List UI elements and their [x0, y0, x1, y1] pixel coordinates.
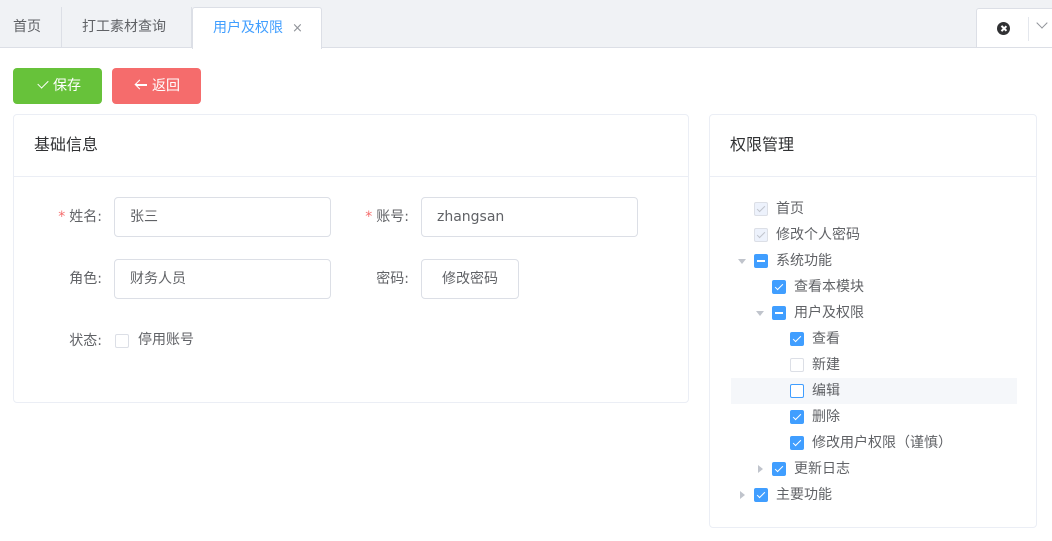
permission-card: 权限管理 首页 修改个人密码 系统功能 查看本模块 用户及权限 查看 新建 编辑… [709, 114, 1037, 528]
tab-home[interactable]: 首页 [0, 7, 62, 48]
arrow-left-icon [135, 79, 147, 91]
tree-node-label: 修改用户权限（谨慎） [812, 435, 952, 451]
tab-bar: 首页 打工素材查询 用户及权限 × [0, 0, 1052, 49]
tab-users-permissions[interactable]: 用户及权限 × [192, 7, 322, 49]
tree-node-view-module[interactable]: 查看本模块 [731, 274, 1017, 300]
caret-down-icon[interactable] [756, 311, 764, 316]
caret-right-icon[interactable] [740, 491, 745, 499]
tree-node-label: 编辑 [812, 383, 840, 399]
disable-account-checkbox[interactable] [115, 334, 129, 348]
tree-node-users-permissions[interactable]: 用户及权限 [731, 300, 1017, 326]
tree-node-label: 查看本模块 [794, 279, 864, 295]
save-button-label: 保存 [53, 78, 81, 94]
tree-node-label: 新建 [812, 357, 840, 373]
tree-checkbox[interactable] [754, 254, 768, 268]
required-mark: * [58, 209, 66, 225]
tab-tools [976, 8, 1052, 48]
tree-checkbox[interactable] [772, 462, 786, 476]
required-mark: * [365, 209, 373, 225]
back-button[interactable]: 返回 [112, 68, 201, 104]
change-password-button[interactable]: 修改密码 [421, 259, 519, 299]
disable-account-label: 停用账号 [138, 332, 194, 348]
tree-node-changelog[interactable]: 更新日志 [731, 456, 1017, 482]
tree-node-delete[interactable]: 删除 [731, 404, 1017, 430]
tree-node-label: 更新日志 [794, 461, 850, 477]
tree-node-create[interactable]: 新建 [731, 352, 1017, 378]
tab-label: 打工素材查询 [82, 19, 166, 35]
role-field[interactable]: 财务人员 [114, 259, 331, 299]
close-icon[interactable]: × [292, 8, 303, 49]
tree-node-main[interactable]: 主要功能 [731, 482, 1017, 508]
tab-material-query[interactable]: 打工素材查询 [62, 7, 192, 48]
tree-checkbox[interactable] [790, 358, 804, 372]
tree-node-label: 主要功能 [776, 487, 832, 503]
tab-label: 用户及权限 [213, 20, 283, 36]
save-button[interactable]: 保存 [13, 68, 102, 104]
basic-info-title: 基础信息 [14, 115, 688, 177]
name-label: * 姓名: [52, 197, 102, 237]
tree-node-edit[interactable]: 编辑 [731, 378, 1017, 404]
tree-checkbox[interactable] [772, 306, 786, 320]
role-label: 角色: [69, 271, 102, 287]
tab-label: 首页 [13, 19, 41, 35]
permission-title: 权限管理 [710, 115, 1036, 177]
close-all-icon[interactable] [997, 22, 1010, 35]
account-label: * 账号: [359, 197, 409, 237]
tree-checkbox[interactable] [790, 436, 804, 450]
tree-node-label: 用户及权限 [794, 305, 864, 321]
caret-right-icon[interactable] [758, 465, 763, 473]
tree-node-change-password[interactable]: 修改个人密码 [731, 222, 1017, 248]
tree-checkbox [754, 202, 768, 216]
tree-node-label: 系统功能 [776, 253, 832, 269]
tree-checkbox[interactable] [790, 410, 804, 424]
tree-checkbox[interactable] [772, 280, 786, 294]
tree-node-system[interactable]: 系统功能 [731, 248, 1017, 274]
tree-node-label: 修改个人密码 [776, 227, 860, 243]
account-field[interactable]: zhangsan [421, 197, 638, 237]
password-label: 密码: [376, 271, 409, 287]
name-label-text: 姓名: [69, 209, 102, 225]
status-label: 状态: [69, 333, 102, 349]
back-button-label: 返回 [152, 78, 180, 94]
tree-checkbox[interactable] [754, 488, 768, 502]
tree-node-label: 删除 [812, 409, 840, 425]
divider [1028, 17, 1029, 41]
tree-checkbox[interactable] [790, 384, 804, 398]
name-field[interactable]: 张三 [114, 197, 331, 237]
tree-node-label: 查看 [812, 331, 840, 347]
account-label-text: 账号: [376, 209, 409, 225]
tree-node-modify-permissions[interactable]: 修改用户权限（谨慎） [731, 430, 1017, 456]
tree-checkbox[interactable] [790, 332, 804, 346]
chevron-down-icon[interactable] [1036, 17, 1048, 29]
tree-node-home[interactable]: 首页 [731, 196, 1017, 222]
tree-checkbox [754, 228, 768, 242]
basic-info-card: 基础信息 * 姓名: 张三 * 账号: zhangsan 角色: 财务人员 密码: … [13, 114, 689, 403]
tree-node-view[interactable]: 查看 [731, 326, 1017, 352]
check-icon [37, 77, 49, 89]
caret-down-icon[interactable] [738, 259, 746, 264]
tree-node-label: 首页 [776, 201, 804, 217]
